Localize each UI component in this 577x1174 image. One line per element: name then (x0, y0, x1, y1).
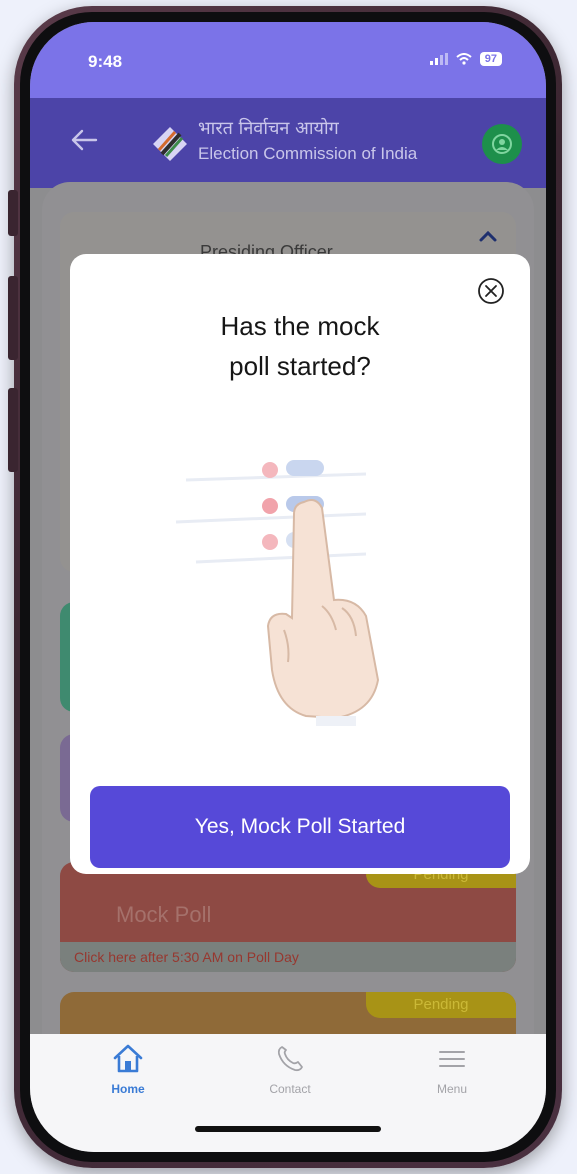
mock-poll-modal: Has the mock poll started? Yes, Mock Pol… (70, 254, 530, 874)
app-title-english: Election Commission of India (198, 144, 418, 163)
nav-label-contact: Contact (269, 1082, 311, 1096)
user-icon (492, 134, 512, 154)
app-bar: भारत निर्वाचन आयोग Election Commission o… (30, 98, 546, 188)
mock-poll-started-button[interactable]: Yes, Mock Poll Started (90, 786, 510, 868)
side-button-mute (8, 190, 18, 236)
close-icon[interactable] (476, 276, 506, 306)
status-time: 9:48 (88, 52, 123, 71)
modal-question-line-2: poll started? (229, 351, 371, 381)
back-arrow-icon[interactable] (66, 122, 102, 158)
bottom-nav: Home Contact Menu (30, 1034, 546, 1152)
mock-poll-title: Mock Poll (116, 902, 212, 927)
nav-label-home: Home (111, 1082, 145, 1096)
menu-icon (439, 1051, 465, 1067)
mock-poll-card[interactable]: Pending Mock Poll Click here after 5:30 … (60, 862, 516, 972)
wifi-icon (456, 53, 472, 65)
side-button-volume-up (8, 276, 18, 360)
nav-item-contact[interactable]: Contact (230, 1042, 350, 1096)
side-button-volume-down (8, 388, 18, 472)
home-icon (113, 1044, 143, 1073)
nav-item-home[interactable]: Home (68, 1042, 188, 1096)
signal-icon (429, 53, 448, 65)
status-icons: 97 (429, 52, 502, 66)
eci-logo-icon (153, 127, 187, 161)
modal-question-line-1: Has the mock (220, 311, 380, 341)
voting-hand-illustration (175, 460, 380, 726)
mock-poll-subtitle: Click here after 5:30 AM on Poll Day (60, 942, 516, 972)
profile-button[interactable] (482, 124, 522, 164)
phone-icon (277, 1046, 303, 1072)
phone-screen: 9:48 97 भारत निर्वाचन आयोग Election Comm… (30, 22, 546, 1152)
app-title-hindi: भारत निर्वाचन आयोग (198, 118, 339, 139)
nav-label-menu: Menu (436, 1082, 468, 1096)
battery-indicator: 97 (479, 52, 502, 66)
home-indicator[interactable] (195, 1126, 381, 1132)
status-bar: 9:48 97 (30, 22, 546, 98)
nav-item-menu[interactable]: Menu (392, 1042, 512, 1096)
chevron-up-icon[interactable] (476, 224, 500, 248)
modal-question: Has the mock poll started? (70, 306, 530, 386)
status-badge: Pending (366, 992, 516, 1018)
